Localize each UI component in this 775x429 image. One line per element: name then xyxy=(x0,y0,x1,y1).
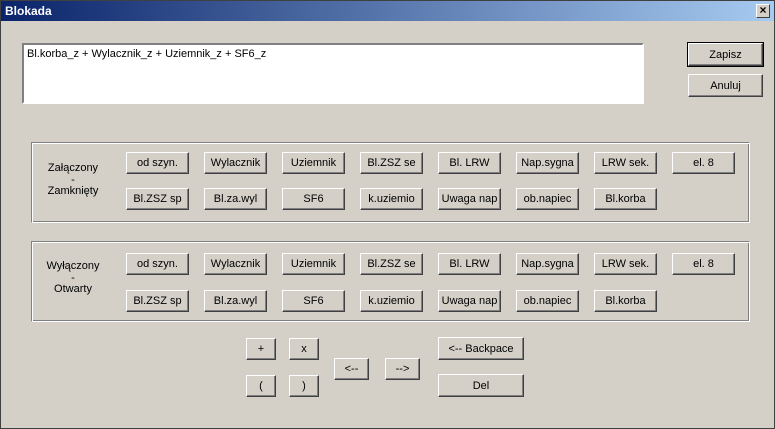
open-btn-k-uziemio[interactable]: k.uziemio xyxy=(360,290,423,312)
closed-btn-k-uziemio[interactable]: k.uziemio xyxy=(360,188,423,210)
closed-btn-uwaga-nap[interactable]: Uwaga nap xyxy=(438,188,501,210)
open-btn-bl-korba[interactable]: Bl.korba xyxy=(594,290,657,312)
backspace-button[interactable]: <-- Backpace xyxy=(438,337,524,360)
open-btn-bl-za-wyl[interactable]: Bl.za.wyl xyxy=(204,290,267,312)
closed-btn-wylacznik[interactable]: Wylacznik xyxy=(204,152,267,174)
group-open-position: Otwarty xyxy=(54,283,92,295)
open-btn-nap-sygna[interactable]: Nap.sygna xyxy=(516,253,579,275)
closed-btn-blzsz-sp[interactable]: Bl.ZSZ sp xyxy=(126,188,189,210)
closed-btn-blzsz-se[interactable]: Bl.ZSZ se xyxy=(360,152,423,174)
group-closed-position: Zamknięty xyxy=(47,185,99,197)
open-btn-ob-napiec[interactable]: ob.napiec xyxy=(516,290,579,312)
close-icon: × xyxy=(759,3,767,17)
group-open-separator: - xyxy=(71,272,75,284)
closed-btn-bl-korba[interactable]: Bl.korba xyxy=(594,188,657,210)
expression-field[interactable]: Bl.korba_z + Wylacznik_z + Uziemnik_z + … xyxy=(22,43,644,104)
times-button[interactable]: x xyxy=(289,338,319,360)
delete-button[interactable]: Del xyxy=(438,374,524,397)
open-btn-bl-lrw[interactable]: Bl. LRW xyxy=(438,253,501,275)
open-btn-el-8[interactable]: el. 8 xyxy=(672,253,735,275)
cursor-left-button[interactable]: <-- xyxy=(334,358,369,380)
closed-btn-nap-sygna[interactable]: Nap.sygna xyxy=(516,152,579,174)
window-title: Blokada xyxy=(5,4,52,18)
save-button[interactable]: Zapisz xyxy=(687,42,764,67)
right-paren-button[interactable]: ) xyxy=(289,375,319,397)
group-closed-separator: - xyxy=(71,174,75,186)
open-btn-od-szyn[interactable]: od szyn. xyxy=(126,253,189,275)
closed-btn-bl-za-wyl[interactable]: Bl.za.wyl xyxy=(204,188,267,210)
group-closed-label: Załączony - Zamknięty xyxy=(31,161,115,199)
open-btn-wylacznik[interactable]: Wylacznik xyxy=(204,253,267,275)
open-btn-uziemnik[interactable]: Uziemnik xyxy=(282,253,345,275)
plus-button[interactable]: + xyxy=(246,338,276,360)
title-bar: Blokada × xyxy=(1,1,774,21)
open-btn-sf6[interactable]: SF6 xyxy=(282,290,345,312)
blokada-dialog: Blokada × Bl.korba_z + Wylacznik_z + Uzi… xyxy=(0,0,775,429)
open-btn-blzsz-se[interactable]: Bl.ZSZ se xyxy=(360,253,423,275)
closed-btn-el-8[interactable]: el. 8 xyxy=(672,152,735,174)
closed-btn-bl-lrw[interactable]: Bl. LRW xyxy=(438,152,501,174)
open-btn-uwaga-nap[interactable]: Uwaga nap xyxy=(438,290,501,312)
cancel-button[interactable]: Anuluj xyxy=(688,74,763,97)
closed-btn-od-szyn[interactable]: od szyn. xyxy=(126,152,189,174)
open-btn-lrw-sek[interactable]: LRW sek. xyxy=(594,253,657,275)
left-paren-button[interactable]: ( xyxy=(246,375,276,397)
open-btn-blzsz-sp[interactable]: Bl.ZSZ sp xyxy=(126,290,189,312)
close-button[interactable]: × xyxy=(756,4,770,18)
closed-btn-ob-napiec[interactable]: ob.napiec xyxy=(516,188,579,210)
group-open-label: Wyłączony - Otwarty xyxy=(31,259,115,297)
closed-btn-lrw-sek[interactable]: LRW sek. xyxy=(594,152,657,174)
closed-btn-sf6[interactable]: SF6 xyxy=(282,188,345,210)
closed-btn-uziemnik[interactable]: Uziemnik xyxy=(282,152,345,174)
cursor-right-button[interactable]: --> xyxy=(385,358,420,380)
